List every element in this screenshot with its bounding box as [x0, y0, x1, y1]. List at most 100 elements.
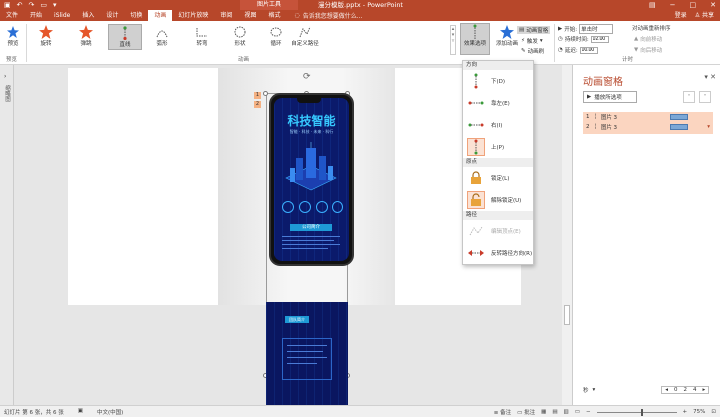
animation-pane-toggle[interactable]: ▤ 动画窗格: [517, 26, 551, 34]
direction-left-item[interactable]: 靠左(E): [463, 92, 533, 114]
preview-button[interactable]: 预览: [2, 24, 24, 50]
animation-list: 1 ╎ 图片 3 2 ╎ 图片 3 ▾: [583, 112, 713, 134]
signin-link[interactable]: 登录: [675, 10, 687, 21]
tab-islide[interactable]: iSlide: [48, 10, 76, 21]
timeline-left-icon[interactable]: ◂: [665, 387, 668, 393]
origin-unlock-item[interactable]: 解除锁定(U): [463, 189, 533, 211]
rotate-handle-icon[interactable]: ⟳: [303, 72, 311, 82]
spellcheck-icon[interactable]: ▣: [78, 408, 83, 416]
normal-view-icon[interactable]: ▦: [541, 409, 546, 415]
tell-me-search[interactable]: ◌ 告诉我您想要做什么...: [294, 11, 362, 20]
redo-icon[interactable]: ↷: [29, 1, 35, 9]
zoom-out-icon[interactable]: −: [586, 409, 591, 415]
effect-options-button[interactable]: 效果选项: [460, 23, 490, 55]
anim-shape-button[interactable]: 形状: [226, 24, 254, 50]
scrollbar-thumb[interactable]: [564, 305, 570, 325]
timing-bar[interactable]: [670, 124, 688, 130]
clock-icon: ◷: [558, 36, 563, 42]
origin-lock-item[interactable]: 锁定(L): [463, 167, 533, 189]
anim-loop-button[interactable]: 循环: [262, 24, 290, 50]
zoom-level[interactable]: 75%: [693, 409, 705, 415]
pane-options-icon[interactable]: ▾: [704, 73, 708, 81]
move-earlier-button[interactable]: ▲ 向前移动: [634, 35, 662, 43]
direction-down-item[interactable]: 下(D): [463, 70, 533, 92]
canvas-scrollbar[interactable]: [562, 65, 572, 405]
animation-painter-button[interactable]: ✎ 动画刷: [521, 47, 544, 55]
animation-pane: 动画窗格 ▾ ✕ ▶ 播放所选项 ˄ ˅ 1 ╎ 图片 3 2 ╎ 图片 3 ▾…: [572, 65, 720, 405]
tab-animations[interactable]: 动画: [148, 10, 173, 21]
play-selected-button[interactable]: ▶ 播放所选项: [583, 91, 637, 103]
timing-bar[interactable]: [670, 114, 688, 120]
add-animation-label: 添加动画: [495, 41, 518, 47]
edit-points-item[interactable]: 编辑顶点(E): [463, 220, 533, 242]
unlock-icon: [467, 191, 485, 209]
pane-icon: ▤: [519, 27, 525, 33]
tab-slideshow[interactable]: 幻灯片放映: [172, 10, 214, 21]
anim-arc-button[interactable]: 弧形: [148, 24, 176, 50]
close-icon[interactable]: ✕: [710, 73, 716, 81]
move-later-button[interactable]: ▼ 向后移动: [634, 46, 662, 54]
anim-turn-button[interactable]: 转弯: [188, 24, 216, 50]
anim-spin-button[interactable]: 旋转: [32, 24, 60, 50]
sorter-view-icon[interactable]: ▤: [552, 409, 557, 415]
move-down-button[interactable]: ˅: [699, 91, 711, 103]
timeline-dropdown-icon[interactable]: ▾: [593, 387, 596, 393]
item-dropdown-icon[interactable]: ▾: [707, 124, 710, 130]
origin-section-header: 原点: [463, 158, 533, 167]
poster-company-button: 公司简介: [290, 224, 332, 231]
animation-tag[interactable]: 1: [254, 92, 261, 99]
list-item[interactable]: 1 ╎ 图片 3: [583, 112, 713, 122]
zoom-in-icon[interactable]: +: [683, 409, 688, 415]
tab-format[interactable]: 格式: [262, 10, 286, 21]
language[interactable]: 中文(中国): [97, 408, 123, 416]
timeline-right-icon[interactable]: ▸: [703, 387, 706, 393]
tab-insert[interactable]: 插入: [76, 10, 100, 21]
notes-button[interactable]: ≡ 备注: [494, 408, 511, 416]
undo-icon[interactable]: ↶: [17, 1, 23, 9]
share-button[interactable]: ♙ 共享: [695, 10, 714, 21]
reverse-path-item[interactable]: 反转路径方向(R): [463, 242, 533, 264]
ribbon-display-icon[interactable]: ▤: [649, 0, 656, 10]
present-icon[interactable]: ▭: [40, 1, 47, 9]
qat-more-icon[interactable]: ▾: [53, 1, 57, 9]
trigger-dropdown[interactable]: ⚡ 触发 ▾: [521, 37, 543, 45]
direction-up-item[interactable]: 上(P): [463, 136, 533, 158]
move-later-label: 向后移动: [640, 48, 663, 54]
save-icon[interactable]: ▣: [4, 1, 11, 9]
maximize-button[interactable]: □: [690, 0, 697, 10]
timeline-scale[interactable]: ◂ 0 2 4 ▸: [661, 386, 710, 394]
slideshow-view-icon[interactable]: ▭: [575, 409, 580, 415]
animation-gallery-scroller[interactable]: ▴ ▾ ▿: [450, 25, 456, 55]
direction-right-item[interactable]: 右(I): [463, 114, 533, 136]
direction-right-label: 右(I): [491, 123, 503, 129]
resize-handle[interactable]: [263, 91, 268, 96]
thumbnail-strip-collapsed[interactable]: › 缩略图: [0, 65, 14, 405]
delay-input[interactable]: [579, 46, 598, 54]
close-button[interactable]: ✕: [710, 0, 716, 10]
reading-view-icon[interactable]: ▥: [564, 409, 569, 415]
anim-bounce-button[interactable]: 弹跳: [72, 24, 100, 50]
poster-subtitle: 智能 · 科技 · 未来 · 科行: [289, 129, 334, 134]
list-item[interactable]: 2 ╎ 图片 3 ▾: [583, 122, 713, 132]
animation-tag[interactable]: 2: [254, 101, 261, 108]
tab-review[interactable]: 审阅: [214, 10, 238, 21]
gallery-more-icon[interactable]: ▿: [452, 38, 455, 44]
tab-file[interactable]: 文件: [0, 10, 24, 21]
anim-line-button[interactable]: 直线: [108, 24, 142, 50]
zoom-slider[interactable]: [596, 408, 677, 416]
comments-button[interactable]: ▭ 批注: [517, 408, 535, 416]
anim-custom-path-button[interactable]: 自定义路径: [290, 24, 320, 50]
move-up-button[interactable]: ˄: [683, 91, 695, 103]
text-line: [282, 244, 340, 245]
phone-mockup[interactable]: 科技智能 智能 · 科技 · 未来 · 科行 公司简介: [269, 93, 354, 266]
duration-input[interactable]: [590, 35, 609, 43]
expand-arrow-icon[interactable]: ›: [4, 73, 6, 80]
fit-slide-icon[interactable]: ⊡: [711, 409, 716, 415]
start-select[interactable]: 单击时: [579, 24, 614, 34]
tab-design[interactable]: 设计: [100, 10, 124, 21]
minimize-button[interactable]: −: [670, 0, 676, 10]
comment-icon: ▭: [517, 410, 523, 416]
tab-view[interactable]: 视图: [238, 10, 262, 21]
tab-transitions[interactable]: 切换: [124, 10, 148, 21]
tab-home[interactable]: 开始: [24, 10, 48, 21]
